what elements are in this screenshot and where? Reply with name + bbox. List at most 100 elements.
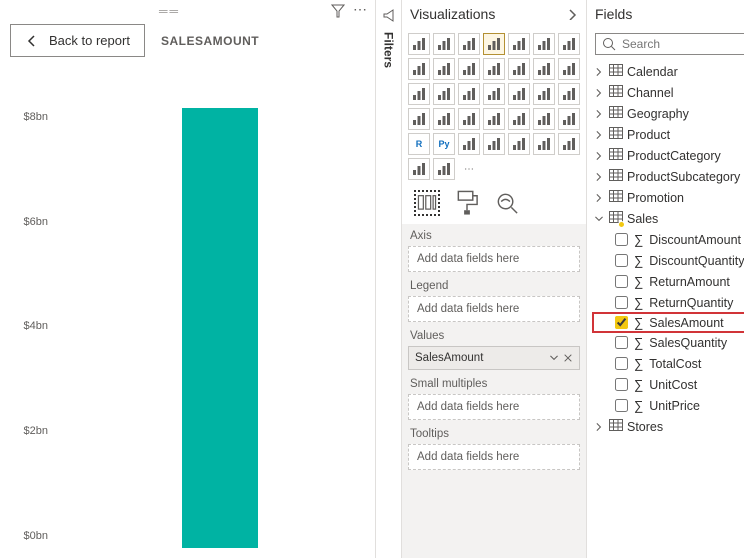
well-legend[interactable]: Add data fields here — [408, 296, 580, 322]
field-unitcost[interactable]: ∑UnitCost — [593, 374, 744, 395]
viz-paginated-icon[interactable] — [558, 133, 580, 155]
viz-filled-map-icon[interactable] — [533, 83, 555, 105]
viz-hundred-stacked-bar-icon[interactable] — [508, 33, 530, 55]
viz-multi-row-card-icon[interactable] — [458, 108, 480, 130]
table-calendar[interactable]: Calendar — [593, 61, 744, 82]
viz-r-visual-icon[interactable]: R — [408, 133, 430, 155]
table-label: ProductCategory — [627, 149, 721, 163]
well-tooltips[interactable]: Add data fields here — [408, 444, 580, 470]
table-stores[interactable]: Stores — [593, 416, 744, 437]
tab-format-visual[interactable] — [454, 190, 480, 216]
table-sales[interactable]: Sales — [593, 208, 744, 229]
field-discountquantity[interactable]: ∑DiscountQuantity — [593, 250, 744, 271]
viz-table-icon[interactable] — [533, 108, 555, 130]
y-tick: $4bn — [24, 320, 48, 332]
filters-label: Filters — [382, 32, 396, 68]
viz-smart-narrative-icon[interactable] — [533, 133, 555, 155]
tab-build-visual[interactable] — [414, 190, 440, 216]
table-product[interactable]: Product — [593, 124, 744, 145]
table-icon — [609, 127, 623, 142]
viz-area-icon[interactable] — [408, 58, 430, 80]
chart-area[interactable]: $0bn$2bn$4bn$6bn$8bn — [0, 67, 375, 558]
viz-gauge-icon[interactable] — [408, 108, 430, 130]
viz-matrix-icon[interactable] — [558, 108, 580, 130]
viz-clustered-bar-icon[interactable] — [458, 33, 480, 55]
viz-line-icon[interactable] — [558, 33, 580, 55]
field-salesquantity[interactable]: ∑SalesQuantity — [593, 332, 744, 353]
viz-power-automate-icon[interactable] — [433, 158, 455, 180]
viz-stacked-column-icon[interactable] — [433, 33, 455, 55]
tab-analytics[interactable] — [494, 190, 520, 216]
field-label: TotalCost — [649, 357, 701, 371]
viz-waterfall-icon[interactable] — [533, 58, 555, 80]
viz-stacked-bar-icon[interactable] — [408, 33, 430, 55]
well-axis[interactable]: Add data fields here — [408, 246, 580, 272]
well-values-item[interactable]: SalesAmount — [408, 346, 580, 370]
viz-hundred-stacked-column-icon[interactable] — [533, 33, 555, 55]
field-unitprice[interactable]: ∑UnitPrice — [593, 395, 744, 416]
fields-panel: Fields CalendarChannelGeographyProduct Pr… — [587, 0, 744, 558]
viz-decomposition-tree-icon[interactable] — [483, 133, 505, 155]
viz-qna-icon[interactable] — [508, 133, 530, 155]
well-label-legend: Legend — [408, 274, 580, 294]
visualizations-header[interactable]: Visualizations — [402, 0, 586, 29]
field-discountamount[interactable]: ∑DiscountAmount — [593, 229, 744, 250]
viz-treemap-icon[interactable] — [483, 83, 505, 105]
field-label: UnitCost — [649, 378, 697, 392]
field-totalcost[interactable]: ∑TotalCost — [593, 353, 744, 374]
viz-donut-icon[interactable] — [458, 83, 480, 105]
table-channel[interactable]: Channel — [593, 82, 744, 103]
viz-line-clustered-column-icon[interactable] — [483, 58, 505, 80]
chevron-down-icon[interactable] — [549, 353, 559, 363]
drag-grip-icon[interactable]: ══ — [159, 4, 180, 18]
field-checkbox[interactable] — [615, 357, 628, 370]
well-small-multiples[interactable]: Add data fields here — [408, 394, 580, 420]
viz-key-influencers-icon[interactable] — [458, 133, 480, 155]
viz-kpi-icon[interactable] — [483, 108, 505, 130]
viz-azure-map-icon[interactable] — [558, 83, 580, 105]
field-checkbox[interactable] — [615, 336, 628, 349]
funnel-icon[interactable] — [331, 4, 345, 18]
table-promotion[interactable]: Promotion — [593, 187, 744, 208]
viz-scatter-icon[interactable] — [408, 83, 430, 105]
viz-card-icon[interactable] — [433, 108, 455, 130]
field-checkbox[interactable] — [615, 254, 628, 267]
viz-slicer-icon[interactable] — [508, 108, 530, 130]
remove-field-icon[interactable] — [563, 353, 573, 363]
field-salesamount[interactable]: ∑SalesAmount — [593, 313, 744, 332]
table-icon — [609, 85, 623, 100]
table-geography[interactable]: Geography — [593, 103, 744, 124]
field-returnamount[interactable]: ∑ReturnAmount — [593, 271, 744, 292]
field-checkbox[interactable] — [615, 399, 628, 412]
table-label: ProductSubcategory — [627, 170, 740, 184]
field-checkbox[interactable] — [615, 296, 628, 309]
viz-ribbon-icon[interactable] — [508, 58, 530, 80]
filters-pane-collapsed[interactable]: Filters — [376, 0, 402, 558]
viz-pie-icon[interactable] — [433, 83, 455, 105]
field-returnquantity[interactable]: ∑ReturnQuantity — [593, 292, 744, 313]
fields-header[interactable]: Fields — [587, 0, 744, 29]
well-label-tooltips: Tooltips — [408, 422, 580, 442]
viz-funnel-icon[interactable] — [558, 58, 580, 80]
viz-clustered-column-icon[interactable] — [483, 33, 505, 55]
sigma-icon: ∑ — [634, 253, 643, 268]
more-options-icon[interactable]: ⋯ — [353, 4, 367, 18]
viz-more-icon[interactable]: ⋯ — [458, 158, 480, 180]
field-checkbox[interactable] — [615, 275, 628, 288]
back-to-report-button[interactable]: Back to report — [10, 24, 145, 57]
viz-power-apps-icon[interactable] — [408, 158, 430, 180]
table-productcategory[interactable]: ProductCategory — [593, 145, 744, 166]
viz-python-visual-icon[interactable]: Py — [433, 133, 455, 155]
table-productsubcategory[interactable]: ProductSubcategory — [593, 166, 744, 187]
viz-map-icon[interactable] — [508, 83, 530, 105]
viz-stacked-area-icon[interactable] — [433, 58, 455, 80]
fields-search[interactable] — [595, 33, 744, 55]
field-checkbox[interactable] — [615, 316, 628, 329]
viz-line-stacked-column-icon[interactable] — [458, 58, 480, 80]
field-checkbox[interactable] — [615, 378, 628, 391]
chevron-down-icon — [593, 214, 605, 224]
field-checkbox[interactable] — [615, 233, 628, 246]
fields-search-input[interactable] — [622, 37, 744, 51]
bar-salesamount[interactable] — [182, 108, 258, 548]
chevron-right-icon — [593, 193, 605, 203]
